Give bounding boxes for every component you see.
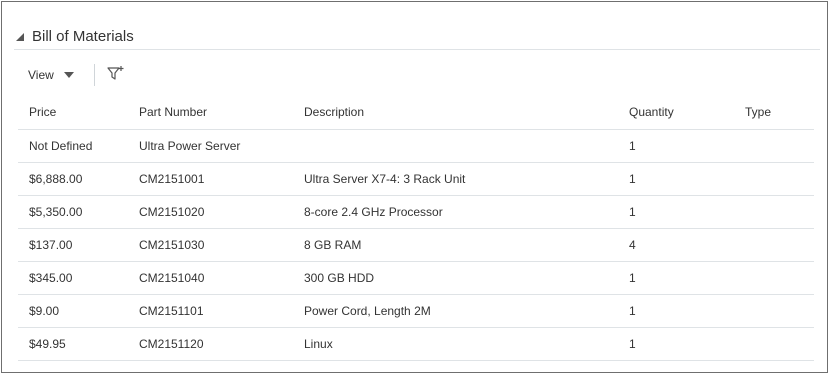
table-row[interactable]: $137.00 CM2151030 8 GB RAM 4 <box>18 228 814 262</box>
panel-title: Bill of Materials <box>32 28 134 45</box>
table-row[interactable]: $9.00 CM2151101 Power Cord, Length 2M 1 <box>18 294 814 328</box>
filter-add-button[interactable] <box>107 65 125 86</box>
table-row[interactable]: $5,350.00 CM2151020 8-core 2.4 GHz Proce… <box>18 195 814 229</box>
filter-add-icon <box>107 65 125 86</box>
cell-quantity: 1 <box>618 129 734 163</box>
bill-of-materials-panel: Bill of Materials View Price Part Number… <box>1 1 828 373</box>
cell-description: 8 GB RAM <box>293 228 618 262</box>
cell-price: $5,350.00 <box>18 195 128 229</box>
column-header-description[interactable]: Description <box>293 94 618 130</box>
view-menu-button[interactable]: View <box>28 68 74 82</box>
column-header-type[interactable]: Type <box>734 94 814 130</box>
cell-quantity: 1 <box>618 162 734 196</box>
cell-quantity: 4 <box>618 228 734 262</box>
cell-type <box>734 294 814 328</box>
view-menu-label: View <box>28 68 54 82</box>
table-toolbar: View <box>28 62 125 88</box>
cell-type <box>734 129 814 163</box>
cell-type <box>734 327 814 361</box>
panel-header: Bill of Materials <box>14 25 820 50</box>
cell-price: $49.95 <box>18 327 128 361</box>
cell-description: Power Cord, Length 2M <box>293 294 618 328</box>
table-header-row: Price Part Number Description Quantity T… <box>18 94 814 130</box>
cell-description: 300 GB HDD <box>293 261 618 295</box>
table-row[interactable]: Not Defined Ultra Power Server 1 <box>18 129 814 163</box>
cell-quantity: 1 <box>618 195 734 229</box>
cell-price: $137.00 <box>18 228 128 262</box>
cell-description: Linux <box>293 327 618 361</box>
column-header-price[interactable]: Price <box>18 94 128 130</box>
cell-type <box>734 228 814 262</box>
chevron-down-icon <box>63 72 74 78</box>
cell-part-number: CM2151030 <box>128 228 293 262</box>
cell-part-number: CM2151120 <box>128 327 293 361</box>
cell-quantity: 1 <box>618 327 734 361</box>
cell-price: Not Defined <box>18 129 128 163</box>
table-row[interactable]: $49.95 CM2151120 Linux 1 <box>18 327 814 361</box>
column-header-quantity[interactable]: Quantity <box>618 94 734 130</box>
cell-price: $345.00 <box>18 261 128 295</box>
cell-part-number: CM2151020 <box>128 195 293 229</box>
collapse-triangle-icon[interactable] <box>14 31 26 43</box>
cell-quantity: 1 <box>618 294 734 328</box>
cell-part-number: CM2151101 <box>128 294 293 328</box>
cell-type <box>734 195 814 229</box>
cell-part-number: CM2151001 <box>128 162 293 196</box>
cell-description: Ultra Server X7-4: 3 Rack Unit <box>293 162 618 196</box>
cell-part-number: CM2151040 <box>128 261 293 295</box>
cell-part-number: Ultra Power Server <box>128 129 293 163</box>
cell-description: 8-core 2.4 GHz Processor <box>293 195 618 229</box>
toolbar-divider <box>93 64 95 86</box>
column-header-part-number[interactable]: Part Number <box>128 94 293 130</box>
cell-price: $6,888.00 <box>18 162 128 196</box>
table-row[interactable]: $6,888.00 CM2151001 Ultra Server X7-4: 3… <box>18 162 814 196</box>
bom-table: Price Part Number Description Quantity T… <box>18 94 814 361</box>
cell-description <box>293 129 618 163</box>
cell-type <box>734 162 814 196</box>
cell-quantity: 1 <box>618 261 734 295</box>
cell-type <box>734 261 814 295</box>
cell-price: $9.00 <box>18 294 128 328</box>
table-row[interactable]: $345.00 CM2151040 300 GB HDD 1 <box>18 261 814 295</box>
